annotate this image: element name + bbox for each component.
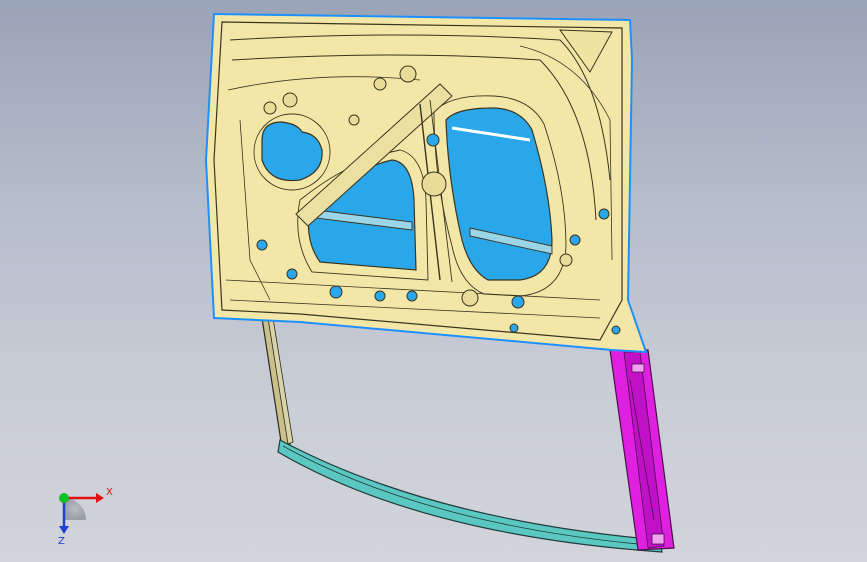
y-axis-dot <box>59 493 69 503</box>
z-axis-arrow <box>59 526 69 534</box>
pillar-clip <box>651 533 665 545</box>
x-axis-arrow <box>96 493 104 503</box>
window-frame-header-line <box>282 445 661 547</box>
pillar-clip <box>631 363 645 373</box>
z-axis-label: Z <box>58 536 65 547</box>
cad-graphics-viewport[interactable]: X Z <box>0 0 867 562</box>
car-door-model[interactable] <box>0 0 867 562</box>
window-frame-header <box>277 439 663 553</box>
axis-triad-icon: X Z <box>58 487 113 547</box>
x-axis-label: X <box>106 487 113 498</box>
